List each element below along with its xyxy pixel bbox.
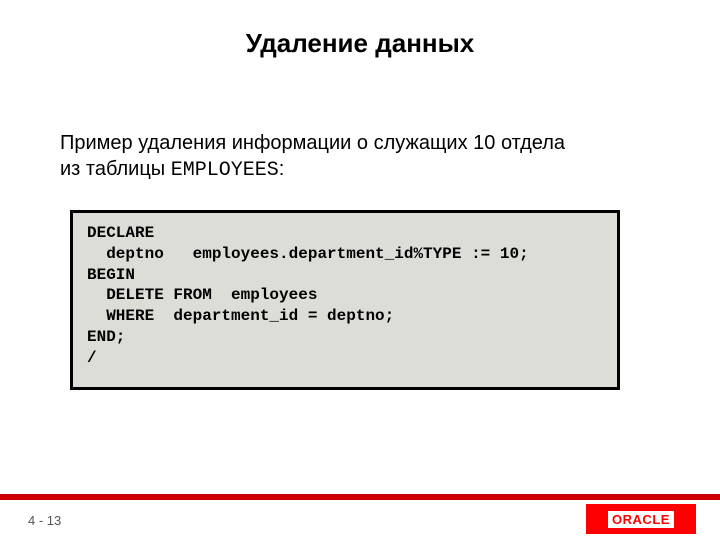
- slide: Удаление данных Пример удаления информац…: [0, 0, 720, 540]
- page-number: 4 - 13: [28, 513, 61, 528]
- slide-body: Пример удаления информации о служащих 10…: [60, 130, 660, 184]
- footer-band: 4 - 13 ORACLE: [0, 500, 720, 540]
- slide-title: Удаление данных: [0, 28, 720, 59]
- oracle-logo-text: ORACLE: [608, 511, 674, 528]
- body-line1: Пример удаления информации о служащих 10…: [60, 132, 565, 154]
- body-line2-suffix: :: [279, 158, 285, 180]
- body-line2-prefix: из таблицы: [60, 158, 171, 180]
- body-line2-mono: EMPLOYEES: [171, 159, 279, 182]
- code-block: DECLARE deptno employees.department_id%T…: [70, 210, 620, 390]
- oracle-logo: ORACLE: [586, 504, 696, 534]
